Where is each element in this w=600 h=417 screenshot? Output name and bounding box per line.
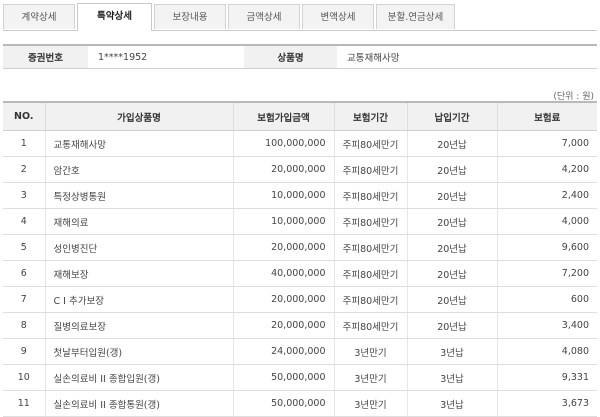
product-name-label: 상품명 [244, 44, 337, 69]
product-name: 재해보장 [44, 260, 233, 287]
premium: 4,200 [496, 156, 597, 183]
product-name: C I 추가보장 [44, 286, 233, 313]
row-number: 1 [3, 130, 45, 157]
policy-number-label: 증권번호 [3, 44, 88, 69]
row-number: 8 [3, 312, 45, 339]
col-header-no: NO. [3, 101, 45, 131]
col-header-amount: 보험가입금액 [232, 101, 334, 131]
row-number: 3 [3, 182, 45, 209]
tab-coverage[interactable]: 보장내용 [154, 4, 226, 29]
insured-amount: 24,000,000 [232, 338, 334, 365]
product-name: 첫날부터입원(갱) [44, 338, 233, 365]
insurance-term: 주피80세만기 [333, 182, 407, 209]
table-row: 6 재해보장 40,000,000 주피80세만기 20년납 7,200 [3, 260, 597, 287]
premium: 7,000 [496, 130, 597, 157]
premium: 7,200 [496, 260, 597, 287]
table-row: 3 특정상병통원 10,000,000 주피80세만기 20년납 2,400 [3, 182, 597, 209]
insured-amount: 50,000,000 [232, 390, 334, 417]
policy-info-table: 증권번호 1****1952 상품명 교통재해사망 [3, 44, 597, 69]
product-name: 교통재해사망 [44, 130, 233, 157]
payment-period: 20년납 [406, 182, 497, 209]
table-row: 5 성인병진단 20,000,000 주피80세만기 20년납 9,600 [3, 234, 597, 261]
product-name: 실손의료비 II 종합입원(갱) [44, 364, 233, 391]
insurance-term: 주피80세만기 [333, 234, 407, 261]
product-name: 성인병진단 [44, 234, 233, 261]
table-row: 1 교통재해사망 100,000,000 주피80세만기 20년납 7,000 [3, 130, 597, 157]
product-name: 특정상병통원 [44, 182, 233, 209]
rider-table: NO. 가입상품명 보험가입금액 보험기간 납입기간 보험료 1 교통재해사망 10… [3, 101, 597, 417]
row-number: 5 [3, 234, 45, 261]
insurance-term: 주피80세만기 [333, 156, 407, 183]
payment-period: 3년납 [406, 364, 497, 391]
row-number: 2 [3, 156, 45, 183]
premium: 3,673 [496, 390, 597, 417]
row-number: 4 [3, 208, 45, 235]
payment-period: 20년납 [406, 260, 497, 287]
table-row: 2 암간호 20,000,000 주피80세만기 20년납 4,200 [3, 156, 597, 183]
product-name: 재해의료 [44, 208, 233, 235]
table-header-row: NO. 가입상품명 보험가입금액 보험기간 납입기간 보험료 [3, 101, 597, 131]
payment-period: 20년납 [406, 130, 497, 157]
tab-annuity-detail[interactable]: 분할.연금상세 [376, 4, 455, 29]
premium: 9,600 [496, 234, 597, 261]
tab-amount-detail[interactable]: 금액상세 [228, 4, 300, 29]
payment-period: 20년납 [406, 156, 497, 183]
insured-amount: 10,000,000 [232, 182, 334, 209]
table-row: 11 실손의료비 II 종합통원(갱) 50,000,000 3년만기 3년납 3,673 [3, 390, 597, 417]
payment-period: 20년납 [406, 312, 497, 339]
product-name-value: 교통재해사망 [337, 44, 597, 69]
table-row: 8 질병의료보장 20,000,000 주피80세만기 20년납 3,400 [3, 312, 597, 339]
policy-number-value: 1****1952 [88, 44, 244, 69]
payment-period: 20년납 [406, 286, 497, 313]
payment-period: 20년납 [406, 208, 497, 235]
insurance-term: 주피80세만기 [333, 312, 407, 339]
table-row: 7C I 추가보장 20,000,000 주피80세만기 20년납 600 [3, 286, 597, 313]
insured-amount: 100,000,000 [232, 130, 334, 157]
row-number: 10 [3, 364, 45, 391]
insurance-term: 주피80세만기 [333, 130, 407, 157]
product-name: 암간호 [44, 156, 233, 183]
insured-amount: 20,000,000 [232, 156, 334, 183]
insured-amount: 40,000,000 [232, 260, 334, 287]
insurance-term: 3년만기 [333, 390, 407, 417]
row-number: 7 [3, 286, 45, 313]
col-header-premium: 보험료 [496, 101, 597, 131]
insurance-term: 주피80세만기 [333, 286, 407, 313]
payment-period: 20년납 [406, 234, 497, 261]
tab-contract-detail[interactable]: 계약상세 [3, 4, 75, 29]
insured-amount: 50,000,000 [232, 364, 334, 391]
tab-variable-detail[interactable]: 변액상세 [302, 4, 374, 29]
tab-bar: 계약상세 특약상세 보장내용 금액상세 변액상세 분할.연금상세 [3, 3, 597, 31]
insurance-term: 주피80세만기 [333, 260, 407, 287]
col-header-pay-period: 납입기간 [406, 101, 497, 131]
table-row: 4 재해의료 10,000,000 주피80세만기 20년납 4,000 [3, 208, 597, 235]
row-number: 11 [3, 390, 45, 417]
premium: 9,331 [496, 364, 597, 391]
table-row: 9 첫날부터입원(갱) 24,000,000 3년만기 3년납 4,080 [3, 338, 597, 365]
premium: 4,000 [496, 208, 597, 235]
insured-amount: 20,000,000 [232, 234, 334, 261]
insurance-term: 주피80세만기 [333, 208, 407, 235]
premium: 600 [496, 286, 597, 313]
insurance-term: 3년만기 [333, 338, 407, 365]
insured-amount: 20,000,000 [232, 312, 334, 339]
premium: 2,400 [496, 182, 597, 209]
payment-period: 3년납 [406, 390, 497, 417]
insurance-term: 3년만기 [333, 364, 407, 391]
premium: 4,080 [496, 338, 597, 365]
insured-amount: 10,000,000 [232, 208, 334, 235]
insured-amount: 20,000,000 [232, 286, 334, 313]
table-row: 10 실손의료비 II 종합입원(갱) 50,000,000 3년만기 3년납 9,331 [3, 364, 597, 391]
col-header-product: 가입상품명 [44, 101, 233, 131]
premium: 3,400 [496, 312, 597, 339]
row-number: 9 [3, 338, 45, 365]
product-name: 실손의료비 II 종합통원(갱) [44, 390, 233, 417]
row-number: 6 [3, 260, 45, 287]
tab-rider-detail[interactable]: 특약상세 [77, 3, 152, 31]
product-name: 질병의료보장 [44, 312, 233, 339]
col-header-term: 보험기간 [333, 101, 407, 131]
payment-period: 3년납 [406, 338, 497, 365]
